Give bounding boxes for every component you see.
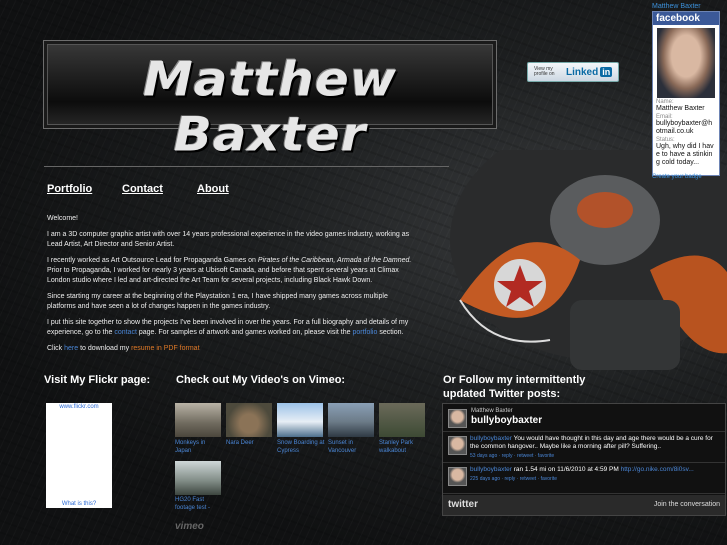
facebook-badge[interactable]: facebook Name: Matthew Baxter Email: bul… bbox=[652, 11, 720, 176]
twitter-widget: Matthew Baxter bullyboybaxter bullyboyba… bbox=[442, 403, 726, 516]
tweet-item: bullyboybaxter ran 1.54 mi on 11/6/2010 … bbox=[443, 463, 725, 494]
tweet-text: bullyboybaxter ran 1.54 mi on 11/6/2010 … bbox=[470, 466, 722, 474]
history-paragraph: Since starting my career at the beginnin… bbox=[47, 292, 388, 310]
twitter-title-line2: updated Twitter posts: bbox=[443, 388, 561, 400]
intro-paragraph: I am a 3D computer graphic artist with o… bbox=[47, 231, 410, 248]
portfolio-inline-link[interactable]: portfolio bbox=[352, 329, 377, 336]
nav-about[interactable]: About bbox=[197, 183, 229, 195]
career-paragraph: I recently worked as Art Outsource Lead … bbox=[47, 256, 417, 285]
robot-artwork bbox=[450, 150, 727, 370]
facebook-top-name[interactable]: Matthew Baxter bbox=[652, 3, 701, 10]
site-logo[interactable]: Matthew Baxter bbox=[43, 40, 497, 162]
vimeo-logo[interactable]: vimeo bbox=[175, 521, 204, 532]
vimeo-title: Check out My Video's on Vimeo: bbox=[176, 374, 346, 386]
video-thumb-deer[interactable] bbox=[226, 403, 272, 437]
fb-name-value: Matthew Baxter bbox=[656, 105, 705, 112]
twitter-display-name: Matthew Baxter bbox=[471, 408, 513, 414]
tweet-body: ran 1.54 mi on 11/6/2010 at 4:59 PM bbox=[511, 466, 621, 473]
fb-status-value: Ugh, why did I have to have a stinking c… bbox=[656, 143, 714, 166]
video-caption-deer[interactable]: Nara Deer bbox=[226, 439, 272, 447]
linkedin-in-icon: in bbox=[600, 67, 613, 77]
video-caption-monkeys[interactable]: Monkeys in Japan bbox=[175, 439, 221, 455]
tweet-user-link[interactable]: bullyboybaxter bbox=[470, 435, 512, 442]
video-caption-stanley-park[interactable]: Stanley Park walkabout bbox=[379, 439, 425, 455]
here-link[interactable]: here bbox=[64, 345, 78, 352]
resume-text-b: to download my bbox=[78, 344, 132, 352]
flickr-title: Visit My Flickr page: bbox=[44, 374, 151, 386]
tweet-avatar-icon[interactable] bbox=[448, 436, 467, 455]
tweet-avatar-icon[interactable] bbox=[448, 467, 467, 486]
resume-text-a: Click bbox=[47, 344, 65, 352]
career-text-b: Prior to Propaganda, I worked for nearly… bbox=[47, 266, 399, 284]
video-thumb-stanley-park[interactable] bbox=[379, 403, 425, 437]
welcome-content: Welcome! I am a 3D computer graphic arti… bbox=[47, 214, 417, 360]
linkedin-small-text: View my profile on bbox=[534, 66, 555, 77]
twitter-title-line1: Or Follow my intermittently bbox=[443, 374, 586, 386]
video-caption-sunset[interactable]: Sunset in Vancouver bbox=[328, 439, 374, 455]
tweet-meta[interactable]: 53 days ago · reply · retweet · favorite bbox=[470, 453, 554, 459]
twitter-avatar[interactable] bbox=[448, 409, 467, 428]
tweet-text: bullyboybaxter You would have thought in… bbox=[470, 435, 722, 451]
video-caption-hg20[interactable]: HG20 Fast footage test - bbox=[175, 496, 221, 512]
site-paragraph: I put this site together to show the pro… bbox=[47, 318, 417, 338]
flickr-brand-link[interactable]: www.flickr.com bbox=[46, 404, 112, 410]
twitter-username[interactable]: bullyboybaxter bbox=[471, 415, 542, 426]
facebook-header: facebook bbox=[653, 12, 719, 25]
video-thumb-hg20[interactable] bbox=[175, 461, 221, 495]
fb-email-value: bullyboybaxter@hotmail.co.uk bbox=[656, 120, 713, 135]
twitter-footer: twitter Join the conversation bbox=[443, 495, 725, 515]
video-thumb-snowboarding[interactable] bbox=[277, 403, 323, 437]
nav-contact[interactable]: Contact bbox=[122, 183, 163, 195]
contact-inline-link[interactable]: contact bbox=[114, 329, 137, 336]
twitter-logo[interactable]: twitter bbox=[448, 499, 478, 510]
site-text-c: section. bbox=[377, 328, 404, 336]
career-text-a: I recently worked as Art Outsource Lead … bbox=[47, 257, 258, 265]
video-thumb-sunset[interactable] bbox=[328, 403, 374, 437]
resume-pdf-link[interactable]: resume in PDF format bbox=[131, 345, 199, 352]
facebook-create-badge-link[interactable]: Create your badge bbox=[652, 174, 702, 180]
twitter-widget-header: Matthew Baxter bullyboybaxter bbox=[443, 404, 725, 432]
linkedin-badge[interactable]: View my profile on Linked in bbox=[527, 62, 619, 82]
tweet-url-link[interactable]: http://go.nike.com/8i0sv... bbox=[621, 466, 694, 473]
header-divider bbox=[44, 166, 449, 167]
nav-portfolio[interactable]: Portfolio bbox=[47, 183, 92, 195]
site-text-b: page. For samples of artwork and games w… bbox=[136, 328, 353, 336]
tweet-user-link[interactable]: bullyboybaxter bbox=[470, 466, 512, 473]
welcome-heading: Welcome! bbox=[47, 215, 78, 222]
linkedin-word: Linked bbox=[566, 66, 599, 78]
video-thumb-monkeys[interactable] bbox=[175, 403, 221, 437]
resume-paragraph: Click here to download my resume in PDF … bbox=[47, 344, 417, 354]
tweet-meta[interactable]: 225 days ago · reply · retweet · favorit… bbox=[470, 476, 557, 482]
career-game-title: Pirates of the Caribbean, Armada of the … bbox=[257, 257, 412, 265]
video-caption-snowboarding[interactable]: Snow Boarding at Cypress bbox=[277, 439, 325, 455]
profile-photo bbox=[657, 28, 715, 98]
logo-text: Matthew Baxter bbox=[143, 51, 397, 163]
tweet-item: bullyboybaxter You would have thought in… bbox=[443, 432, 725, 463]
flickr-badge[interactable]: www.flickr.com What is this? bbox=[46, 403, 112, 508]
join-conversation-link[interactable]: Join the conversation bbox=[654, 501, 720, 508]
flickr-what-link[interactable]: What is this? bbox=[46, 501, 112, 507]
